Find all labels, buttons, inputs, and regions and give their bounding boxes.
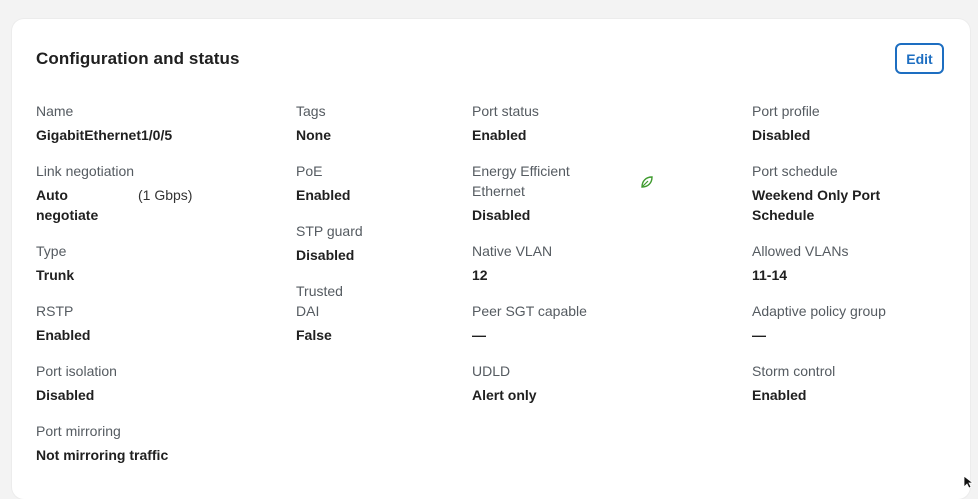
field-port-mirroring: Port mirroring Not mirroring traffic	[36, 421, 168, 465]
field-label: Port status	[472, 103, 539, 119]
configuration-status-card: Configuration and status Edit Name Gigab…	[12, 19, 970, 499]
field-native-vlan: Native VLAN 12	[472, 241, 552, 285]
card-title: Configuration and status	[36, 49, 240, 68]
field-port-isolation: Port isolation Disabled	[36, 361, 117, 405]
field-rstp: RSTP Enabled	[36, 301, 90, 345]
field-value: Trunk	[36, 267, 75, 283]
field-value: Enabled	[752, 387, 807, 403]
field-value: Enabled	[472, 127, 527, 143]
link-negotiation-value: Auto negotiate	[36, 187, 99, 223]
field-label: Energy Efficient Ethernet	[472, 163, 570, 199]
field-label: Trusted DAI	[296, 283, 343, 319]
field-value: Disabled	[752, 127, 811, 143]
field-label: Link negotiation	[36, 163, 135, 179]
field-storm-control: Storm control Enabled	[752, 361, 835, 405]
field-value: Disabled	[472, 207, 531, 223]
field-value: Disabled	[296, 247, 355, 263]
field-name: Name GigabitEthernet1/0/5	[36, 101, 172, 145]
field-label: Port profile	[752, 103, 820, 119]
field-allowed-vlans: Allowed VLANs 11-14	[752, 241, 849, 285]
field-label: RSTP	[36, 303, 74, 319]
link-speed-value: (1 Gbps)	[138, 187, 193, 203]
field-value: —	[472, 327, 486, 343]
field-label: Port schedule	[752, 163, 838, 179]
field-value: Not mirroring traffic	[36, 447, 169, 463]
field-value: Enabled	[36, 327, 91, 343]
field-value: Alert only	[472, 387, 537, 403]
field-type: Type Trunk	[36, 241, 74, 285]
field-value: 11-14	[752, 267, 788, 283]
field-label: PoE	[296, 163, 323, 179]
field-udld: UDLD Alert only	[472, 361, 537, 405]
field-value: —	[752, 327, 766, 343]
field-value: 12	[472, 267, 488, 283]
field-label: UDLD	[472, 363, 511, 379]
field-label: Native VLAN	[472, 243, 553, 259]
field-value: False	[296, 327, 332, 343]
field-link-negotiation: Link negotiation	[36, 161, 134, 181]
field-adaptive-policy-group: Adaptive policy group —	[752, 301, 886, 345]
field-port-schedule: Port schedule Weekend Only Port Schedule	[752, 161, 902, 225]
field-port-profile: Port profile Disabled	[752, 101, 820, 145]
field-label: Name	[36, 103, 74, 119]
field-port-status: Port status Enabled	[472, 101, 539, 145]
field-energy-efficient-ethernet: Energy Efficient Ethernet Disabled	[472, 161, 602, 225]
field-label: STP guard	[296, 223, 363, 239]
field-label: Allowed VLANs	[752, 243, 849, 259]
field-poe: PoE Enabled	[296, 161, 350, 205]
field-label: Type	[36, 243, 67, 259]
field-label: Port isolation	[36, 363, 117, 379]
field-stp-guard: STP guard Disabled	[296, 221, 363, 265]
field-value: Disabled	[36, 387, 95, 403]
field-label: Port mirroring	[36, 423, 121, 439]
field-trusted-dai: Trusted DAI False	[296, 281, 366, 345]
leaf-icon	[641, 176, 653, 188]
field-label: Peer SGT capable	[472, 303, 587, 319]
field-value: Weekend Only Port Schedule	[752, 187, 881, 223]
field-label: Tags	[296, 103, 326, 119]
field-label: Adaptive policy group	[752, 303, 886, 319]
edit-button[interactable]: Edit	[895, 43, 944, 74]
field-label: Storm control	[752, 363, 836, 379]
field-value: GigabitEthernet1/0/5	[36, 127, 173, 143]
field-value: None	[296, 127, 331, 143]
field-peer-sgt-capable: Peer SGT capable —	[472, 301, 587, 345]
field-value: Enabled	[296, 187, 351, 203]
field-tags: Tags None	[296, 101, 331, 145]
